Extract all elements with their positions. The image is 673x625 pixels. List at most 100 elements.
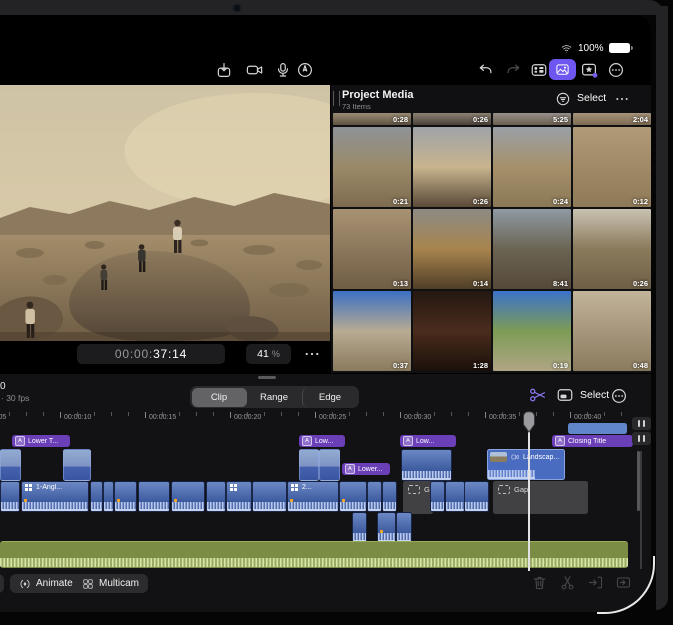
media-thumbnail[interactable]: 2:04 [573,113,651,125]
filter-icon[interactable] [555,91,571,107]
timeline-vertical-scrollbar-thumb[interactable] [637,451,640,511]
overwrite-button[interactable] [615,574,632,591]
front-camera [233,4,241,12]
ruler-minor-tick [179,412,180,416]
timeline-title-clip[interactable]: ALow... [299,435,345,447]
redo-button[interactable] [504,61,522,79]
track-collapse-button[interactable] [632,432,651,445]
mode-range[interactable]: Range [247,388,302,407]
media-more-button[interactable] [613,91,631,107]
timeline-videowave-clip[interactable] [352,512,367,543]
timeline-landscape-clip[interactable]: Landscap... [487,449,565,480]
timeline-gap-clip[interactable]: Gap [403,481,433,514]
timecode-display[interactable]: 00:00:37:14 [77,344,225,364]
timeline-video-clip[interactable] [103,481,114,512]
split-button[interactable] [559,574,576,591]
import-button[interactable] [215,61,233,79]
timeline-select-button[interactable]: Select [580,389,609,401]
undo-button[interactable] [477,61,495,79]
viewer-preview[interactable] [0,85,330,341]
timeline-multicam-clip[interactable] [226,481,252,512]
zoom-unit: % [272,349,280,359]
media-grid-row: 0:210:260:240:12 [333,127,651,207]
timeline-thumb-clip[interactable] [63,449,91,481]
timeline-video-clip[interactable] [171,481,205,512]
timeline-video-clip[interactable] [90,481,103,512]
timeline-title-clip[interactable]: ALow... [400,435,456,447]
timeline-video-clip[interactable] [114,481,137,512]
panel-resize-handle[interactable] [333,91,340,106]
timeline-thumb-clip[interactable] [319,449,340,481]
media-thumbnail[interactable]: 0:37 [333,291,411,371]
media-thumbnail[interactable]: 0:26 [573,209,651,289]
media-thumbnail[interactable]: 0:26 [413,113,491,125]
track-height-button[interactable] [632,417,651,430]
multicam-button[interactable]: Multicam [73,574,148,593]
timeline-videowave-clip[interactable] [377,512,396,543]
media-thumbnail[interactable]: 0:26 [413,127,491,207]
timeline-video-clip[interactable] [206,481,226,512]
inspector-button[interactable] [530,61,548,79]
timeline-video-clip[interactable] [367,481,382,512]
timeline-video-clip[interactable] [382,481,397,512]
timeline-project-name: 0 [0,381,6,392]
timeline-video-clip[interactable] [339,481,367,512]
timeline-more-button[interactable] [610,387,628,405]
media-thumbnail[interactable]: 0:21 [333,127,411,207]
timeline-videowave-clip[interactable] [396,512,412,543]
mode-clip[interactable]: Clip [192,388,247,407]
media-thumbnail[interactable]: 0:19 [493,291,571,371]
timeline-video-clip[interactable] [0,481,20,512]
timeline-video-clip[interactable] [445,481,465,512]
timeline-video-clip[interactable] [138,481,170,512]
timeline-thumb-clip[interactable] [0,449,21,481]
ruler-minor-tick [196,412,197,416]
project-media-panel: Project Media 73 Items Select 0:280:265:… [331,85,651,373]
timeline-music-clip[interactable] [0,541,628,568]
media-thumbnail[interactable]: 8:41 [493,209,571,289]
blade-tool-button[interactable] [529,386,547,404]
zoom-level-control[interactable]: 41 % [246,344,291,364]
timeline-bar-clip[interactable] [568,423,627,434]
viewer-more-button[interactable] [300,344,324,364]
clip-duration: 8:41 [553,279,568,288]
timeline-multicam-clip[interactable]: 2... [287,481,339,512]
browser-button[interactable] [549,59,576,80]
multicam-label: Multicam [99,578,139,589]
clip-overlay-button[interactable] [556,386,574,404]
media-thumbnail[interactable]: 1:28 [413,291,491,371]
timeline-gap-clip[interactable]: Gap [493,481,588,514]
media-thumbnail[interactable]: 0:48 [573,291,651,371]
timeline-video-clip[interactable] [430,481,445,512]
media-thumbnail[interactable]: 5:25 [493,113,571,125]
media-thumbnail[interactable]: 0:12 [573,127,651,207]
pencil-tools-button[interactable] [296,61,314,79]
delete-button[interactable] [531,574,548,591]
record-video-button[interactable] [244,61,265,79]
timeline-title-clip[interactable]: ALower T... [12,435,70,447]
media-thumbnail[interactable]: 0:13 [333,209,411,289]
mode-edge[interactable]: Edge [302,388,358,407]
timeline-title-clip[interactable]: AClosing Title [552,435,633,447]
voiceover-button[interactable] [274,61,292,79]
timeline-video-clip[interactable] [252,481,287,512]
timeline-title-clip[interactable]: ALower... [342,463,390,475]
timeline-thumb-clip[interactable] [299,449,319,481]
insert-button[interactable] [587,574,604,591]
title-badge: A [345,464,355,474]
effects-button[interactable] [580,61,598,79]
media-thumbnail[interactable]: 0:14 [413,209,491,289]
clip-duration: 0:26 [473,115,488,124]
timeline-video-clip[interactable] [464,481,489,512]
media-select-button[interactable]: Select [577,92,606,104]
animate-button[interactable]: Animate [10,574,82,593]
playhead[interactable] [521,411,537,435]
media-thumbnail[interactable]: 0:24 [493,127,571,207]
timecode-seconds: 37:14 [153,347,187,361]
media-thumbnail[interactable]: 0:28 [333,113,411,125]
more-options-button[interactable] [607,61,625,79]
timeline-drag-handle[interactable] [258,376,276,379]
ruler-timestamp: 00:00:05 [0,414,6,421]
timeline-videowave-clip[interactable] [401,449,452,481]
timeline-multicam-clip[interactable]: 1-Angl... [21,481,89,512]
